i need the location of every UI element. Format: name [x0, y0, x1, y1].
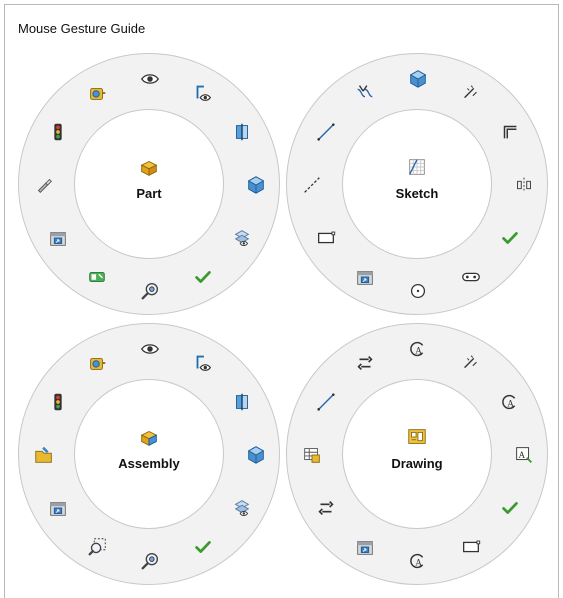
isometric-view-icon[interactable]: [243, 172, 269, 198]
section-view-icon[interactable]: [229, 119, 255, 145]
hide-show-icon[interactable]: [137, 336, 163, 362]
part-gesture-wheel: Part: [18, 53, 280, 315]
svg-text:A: A: [415, 346, 422, 356]
part-icon: [138, 156, 160, 178]
zoom-to-selection-icon[interactable]: [137, 278, 163, 304]
svg-text:A: A: [415, 558, 422, 568]
view-selector-icon[interactable]: [45, 495, 71, 521]
measure-tape-icon[interactable]: [84, 350, 110, 376]
hide-show-planes-icon[interactable]: [229, 495, 255, 521]
checkmark-icon[interactable]: [497, 225, 523, 251]
smart-dimension-icon[interactable]: [458, 350, 484, 376]
zoom-area-icon[interactable]: [84, 534, 110, 560]
drawing-gesture-wheel: Drawing A A A A: [286, 323, 548, 585]
flip-arrows-icon[interactable]: [313, 495, 339, 521]
checkmark-icon[interactable]: [497, 495, 523, 521]
sketch-grid-icon: [406, 156, 428, 178]
traffic-light-icon[interactable]: [45, 389, 71, 415]
slot-icon[interactable]: [458, 264, 484, 290]
rotate-view-icon[interactable]: A: [405, 336, 431, 362]
wheel-center: Drawing: [342, 379, 492, 529]
mirror-entities-icon[interactable]: [511, 172, 537, 198]
table-icon[interactable]: [299, 442, 325, 468]
view-selector-icon[interactable]: [45, 225, 71, 251]
svg-text:A: A: [507, 399, 514, 409]
window-title: Mouse Gesture Guide: [18, 21, 146, 36]
traffic-light-icon[interactable]: [45, 119, 71, 145]
rotate-view-icon[interactable]: A: [405, 548, 431, 574]
note-icon[interactable]: A: [497, 389, 523, 415]
wheel-label: Part: [136, 186, 162, 201]
sketch-gesture-wheel: Sketch: [286, 53, 548, 315]
section-view-icon[interactable]: [229, 389, 255, 415]
wheel-center: Assembly: [74, 379, 224, 529]
hide-show-planes-icon[interactable]: [229, 225, 255, 251]
zoom-to-selection-icon[interactable]: [137, 548, 163, 574]
wheel-center: Part: [74, 109, 224, 259]
drawing-icon: [406, 426, 428, 448]
view-normal-to-icon[interactable]: [190, 350, 216, 376]
flip-arrows-icon[interactable]: [352, 350, 378, 376]
flashlight-icon[interactable]: [31, 172, 57, 198]
measure-icon[interactable]: [84, 264, 110, 290]
isometric-view-icon[interactable]: [405, 66, 431, 92]
checkmark-icon[interactable]: [190, 264, 216, 290]
trim-entities-icon[interactable]: [352, 80, 378, 106]
view-normal-to-icon[interactable]: [190, 80, 216, 106]
wheel-label: Drawing: [391, 456, 443, 471]
hide-show-icon[interactable]: [137, 66, 163, 92]
line-icon[interactable]: [313, 119, 339, 145]
circle-icon[interactable]: [405, 278, 431, 304]
centerline-icon[interactable]: [299, 172, 325, 198]
line-icon[interactable]: [313, 389, 339, 415]
assembly-gesture-wheel: Assembly: [18, 323, 280, 585]
wheel-center: Sketch: [342, 109, 492, 259]
offset-entities-icon[interactable]: [497, 119, 523, 145]
measure-tape-icon[interactable]: [84, 80, 110, 106]
wheel-label: Sketch: [395, 186, 439, 201]
assembly-icon: [138, 426, 160, 448]
view-selector-icon[interactable]: [352, 534, 378, 560]
open-component-icon[interactable]: [31, 442, 57, 468]
smart-dimension-icon[interactable]: [458, 80, 484, 106]
rectangle-icon[interactable]: [313, 225, 339, 251]
view-selector-icon[interactable]: [352, 264, 378, 290]
svg-text:A: A: [519, 450, 526, 460]
rectangle-icon[interactable]: [458, 534, 484, 560]
wheel-label: Assembly: [118, 456, 180, 471]
checkmark-icon[interactable]: [190, 534, 216, 560]
auto-dimension-icon[interactable]: A: [511, 442, 537, 468]
isometric-view-icon[interactable]: [243, 442, 269, 468]
